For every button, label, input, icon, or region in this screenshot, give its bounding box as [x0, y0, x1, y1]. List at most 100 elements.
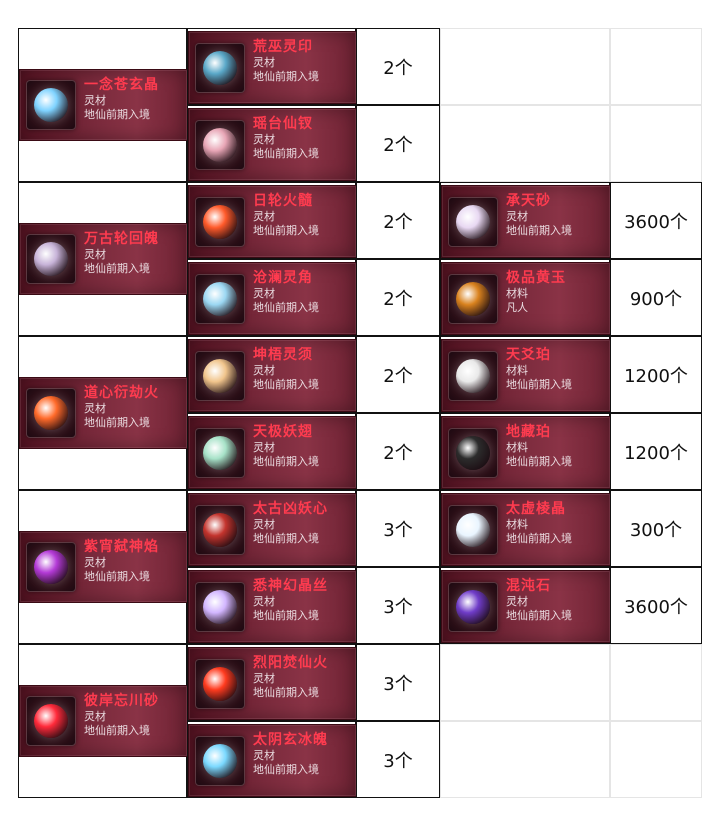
item-name: 极品黄玉	[506, 270, 566, 286]
item-type: 材料	[506, 364, 528, 377]
item-type: 灵材	[253, 133, 275, 146]
item-card[interactable]: 沧澜灵角 灵材 地仙前期入境	[188, 262, 357, 335]
item-name: 荒巫灵印	[253, 39, 313, 55]
item-card[interactable]: 坤梧灵须 灵材 地仙前期入境	[188, 339, 357, 412]
item-name: 彼岸忘川砂	[84, 693, 159, 709]
item-text: 烈阳焚仙火 灵材 地仙前期入境	[253, 654, 350, 700]
item-text: 承天砂 灵材 地仙前期入境	[506, 192, 604, 238]
item-requirement: 地仙前期入境	[253, 378, 319, 391]
quantity-cell: 2个	[356, 259, 440, 336]
material-cell: 荒巫灵印 灵材 地仙前期入境	[187, 28, 357, 105]
item-type: 灵材	[84, 556, 106, 569]
item-type: 灵材	[506, 595, 528, 608]
item-card[interactable]: 承天砂 灵材 地仙前期入境	[441, 185, 611, 258]
item-card[interactable]: 太虚棱晶 材料 地仙前期入境	[441, 493, 611, 566]
quantity-cell: 2个	[356, 105, 440, 182]
empty-cell	[610, 28, 702, 105]
main-item-cell: 一念苍玄晶 灵材 地仙前期入境	[18, 28, 188, 182]
quantity-cell: 2个	[356, 336, 440, 413]
item-requirement: 地仙前期入境	[253, 686, 319, 699]
item-card[interactable]: 道心衍劫火 灵材 地仙前期入境	[19, 377, 188, 449]
item-text: 天极妖翅 灵材 地仙前期入境	[253, 423, 350, 469]
item-name: 坤梧灵须	[253, 347, 313, 363]
rune-disc-icon	[195, 42, 245, 93]
item-type: 灵材	[84, 402, 106, 415]
silk-swirl-icon	[195, 581, 245, 632]
item-card[interactable]: 地藏珀 材料 地仙前期入境	[441, 416, 611, 489]
item-requirement: 地仙前期入境	[84, 570, 150, 583]
item-requirement: 地仙前期入境	[253, 763, 319, 776]
empty-cell	[440, 105, 610, 182]
empty-cell	[610, 644, 702, 721]
item-type: 灵材	[506, 210, 528, 223]
item-type: 灵材	[253, 595, 275, 608]
item-requirement: 地仙前期入境	[506, 224, 572, 237]
item-requirement: 地仙前期入境	[253, 609, 319, 622]
item-card[interactable]: 悉神幻晶丝 灵材 地仙前期入境	[188, 570, 357, 643]
item-card[interactable]: 极品黄玉 材料 凡人	[441, 262, 611, 335]
extra-material-cell: 承天砂 灵材 地仙前期入境	[440, 182, 611, 259]
item-card[interactable]: 瑶台仙钗 灵材 地仙前期入境	[188, 108, 357, 181]
item-type: 灵材	[253, 364, 275, 377]
crystal-shard-icon	[448, 196, 498, 247]
item-text: 太虚棱晶 材料 地仙前期入境	[506, 500, 604, 546]
item-type: 灵材	[84, 94, 106, 107]
item-requirement: 地仙前期入境	[253, 70, 319, 83]
empty-cell	[440, 644, 610, 721]
feather-icon	[195, 350, 245, 401]
item-name: 太阴玄冰魄	[253, 732, 328, 748]
red-gem-icon	[26, 696, 76, 746]
item-name: 烈阳焚仙火	[253, 655, 328, 671]
item-card[interactable]: 荒巫灵印 灵材 地仙前期入境	[188, 31, 357, 104]
item-text: 荒巫灵印 灵材 地仙前期入境	[253, 38, 350, 84]
quantity-cell: 2个	[356, 28, 440, 105]
item-card[interactable]: 烈阳焚仙火 灵材 地仙前期入境	[188, 647, 357, 720]
main-item-cell: 道心衍劫火 灵材 地仙前期入境	[18, 336, 188, 490]
item-type: 灵材	[253, 210, 275, 223]
item-card[interactable]: 天极妖翅 灵材 地仙前期入境	[188, 416, 357, 489]
item-card[interactable]: 万古轮回魄 灵材 地仙前期入境	[19, 223, 188, 295]
item-requirement: 地仙前期入境	[253, 301, 319, 314]
ice-orb-icon	[195, 735, 245, 786]
item-requirement: 地仙前期入境	[84, 108, 150, 121]
item-card[interactable]: 太古凶妖心 灵材 地仙前期入境	[188, 493, 357, 566]
hairpin-icon	[195, 119, 245, 170]
purple-flame-icon	[26, 542, 76, 592]
empty-cell	[440, 28, 610, 105]
extra-quantity-cell: 1200个	[610, 413, 702, 490]
item-text: 日轮火髓 灵材 地仙前期入境	[253, 192, 350, 238]
item-card[interactable]: 紫宵弑神焰 灵材 地仙前期入境	[19, 531, 188, 603]
quantity-cell: 3个	[356, 490, 440, 567]
item-card[interactable]: 太阴玄冰魄 灵材 地仙前期入境	[188, 724, 357, 797]
chaos-stone-icon	[448, 581, 498, 632]
main-item-cell: 彼岸忘川砂 灵材 地仙前期入境	[18, 644, 188, 798]
item-card[interactable]: 日轮火髓 灵材 地仙前期入境	[188, 185, 357, 258]
item-text: 瑶台仙钗 灵材 地仙前期入境	[253, 115, 350, 161]
material-cell: 太古凶妖心 灵材 地仙前期入境	[187, 490, 357, 567]
item-card[interactable]: 混沌石 灵材 地仙前期入境	[441, 570, 611, 643]
material-cell: 沧澜灵角 灵材 地仙前期入境	[187, 259, 357, 336]
quantity-cell: 3个	[356, 721, 440, 798]
item-type: 灵材	[253, 518, 275, 531]
item-name: 沧澜灵角	[253, 270, 313, 286]
item-card[interactable]: 彼岸忘川砂 灵材 地仙前期入境	[19, 685, 188, 757]
item-name: 天爻珀	[506, 347, 551, 363]
sun-fire-icon	[195, 658, 245, 709]
wing-icon	[195, 427, 245, 478]
empty-cell	[610, 721, 702, 798]
item-name: 悉神幻晶丝	[253, 578, 328, 594]
extra-material-cell: 极品黄玉 材料 凡人	[440, 259, 611, 336]
extra-quantity-cell: 300个	[610, 490, 702, 567]
item-text: 一念苍玄晶 灵材 地仙前期入境	[84, 76, 181, 122]
quantity-cell: 3个	[356, 567, 440, 644]
item-requirement: 地仙前期入境	[506, 609, 572, 622]
item-card[interactable]: 天爻珀 材料 地仙前期入境	[441, 339, 611, 412]
item-requirement: 地仙前期入境	[84, 262, 150, 275]
yin-yang-icon	[448, 350, 498, 401]
item-requirement: 地仙前期入境	[84, 724, 150, 737]
item-type: 灵材	[253, 56, 275, 69]
quantity-cell: 2个	[356, 413, 440, 490]
item-type: 灵材	[253, 287, 275, 300]
flame-core-icon	[26, 388, 76, 438]
item-card[interactable]: 一念苍玄晶 灵材 地仙前期入境	[19, 69, 188, 141]
